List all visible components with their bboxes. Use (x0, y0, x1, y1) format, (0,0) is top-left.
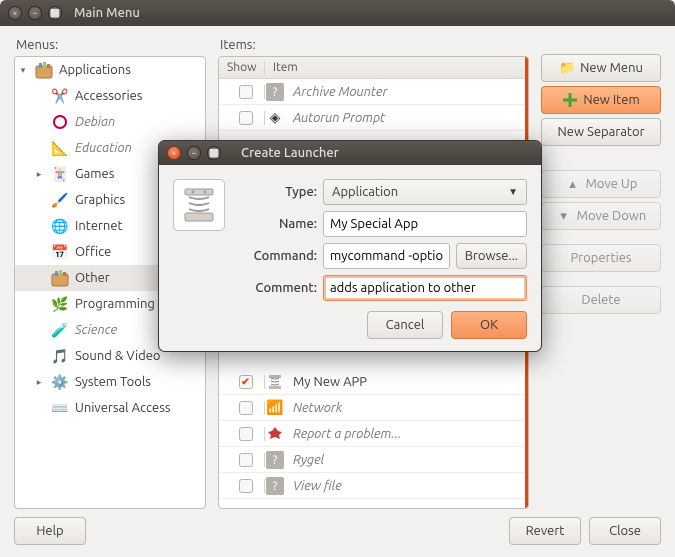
debian-icon (50, 112, 70, 132)
close-icon[interactable]: × (167, 146, 181, 160)
window-title: Main Menu (74, 6, 140, 20)
launcher-icon-button[interactable] (173, 179, 225, 231)
bug-icon (265, 424, 285, 444)
col-show[interactable]: Show (219, 61, 265, 74)
gear-icon: ⚙️ (50, 372, 70, 392)
brush-icon: 🖌️ (50, 190, 70, 210)
tree-root-label: Applications (59, 63, 131, 77)
command-label: Command: (237, 249, 317, 263)
new-item-button[interactable]: New Item (541, 86, 661, 114)
show-checkbox[interactable] (239, 85, 253, 99)
new-separator-button[interactable]: New Separator (541, 118, 661, 146)
list-item[interactable]: ?Rygel (219, 447, 525, 473)
command-input[interactable] (323, 243, 450, 269)
question-icon: ? (265, 450, 285, 470)
applications-icon (34, 60, 54, 80)
close-button[interactable]: Close (589, 517, 661, 545)
main-titlebar: × – ⬜ Main Menu (0, 0, 675, 26)
tree-root[interactable]: ▾ Applications (15, 57, 205, 83)
calendar-icon: 📅 (50, 242, 70, 262)
ok-button[interactable]: OK (451, 311, 527, 339)
delete-button[interactable]: Delete (541, 286, 661, 314)
show-checkbox[interactable] (239, 453, 253, 467)
revert-button[interactable]: Revert (509, 517, 581, 545)
list-item[interactable]: Report a problem... (219, 421, 525, 447)
minimize-icon[interactable]: – (187, 146, 201, 160)
comment-label: Comment: (237, 281, 317, 295)
list-item[interactable]: My New APP (219, 369, 525, 395)
chevron-up-icon: ▴ (565, 176, 581, 192)
cards-icon: 🃏 (50, 164, 70, 184)
move-down-button[interactable]: ▾Move Down (541, 202, 661, 230)
leaf-icon: 🌿 (50, 294, 70, 314)
music-icon: 🎵 (50, 346, 70, 366)
help-button[interactable]: Help (14, 517, 86, 545)
move-up-button[interactable]: ▴Move Up (541, 170, 661, 198)
accessibility-icon: ⌨️ (50, 398, 70, 418)
spring-icon (265, 372, 285, 392)
menus-label: Menus: (16, 38, 206, 52)
action-buttons: 📁New Menu New Item New Separator ▴Move U… (541, 36, 661, 509)
svg-text:?: ? (273, 86, 278, 99)
maximize-window-icon[interactable]: ⬜ (48, 6, 62, 20)
expander-icon[interactable]: ▸ (33, 169, 45, 180)
show-checkbox[interactable] (239, 111, 253, 125)
type-select[interactable]: Application ▼ (323, 179, 527, 205)
col-item[interactable]: Item (265, 61, 525, 74)
close-window-icon[interactable]: × (8, 6, 22, 20)
show-checkbox[interactable] (239, 479, 253, 493)
footer: Help Revert Close (14, 517, 661, 545)
folder-plus-icon: 📁 (559, 60, 575, 76)
show-checkbox[interactable] (239, 427, 253, 441)
question-icon: ? (265, 82, 285, 102)
maximize-icon[interactable]: ⬜ (207, 146, 221, 160)
type-label: Type: (237, 185, 317, 199)
properties-button[interactable]: Properties (541, 244, 661, 272)
list-item[interactable]: ◈Autorun Prompt (219, 105, 525, 131)
tree-item-universal[interactable]: ⌨️Universal Access (15, 395, 205, 421)
flask-icon: 🧪 (50, 320, 70, 340)
list-item[interactable]: ?Archive Mounter (219, 79, 525, 105)
cancel-button[interactable]: Cancel (367, 311, 443, 339)
comment-input[interactable] (323, 275, 527, 301)
show-checkbox[interactable] (239, 375, 253, 389)
chevron-down-icon: ▼ (508, 186, 518, 198)
new-menu-button[interactable]: 📁New Menu (541, 54, 661, 82)
wifi-icon: 📶 (265, 398, 285, 418)
scissors-icon: ✂️ (50, 86, 70, 106)
name-input[interactable] (323, 211, 527, 237)
window-controls: × – ⬜ (8, 6, 62, 20)
chevron-down-icon: ▾ (556, 208, 572, 224)
dialog-titlebar: × – ⬜ Create Launcher (159, 141, 541, 165)
ruler-icon: 📐 (50, 138, 70, 158)
svg-text:?: ? (273, 480, 278, 493)
create-launcher-dialog: × – ⬜ Create Launcher Type: Application … (158, 140, 542, 352)
list-item[interactable]: 📶Network (219, 395, 525, 421)
name-label: Name: (237, 217, 317, 231)
tree-item-system[interactable]: ▸⚙️System Tools (15, 369, 205, 395)
minimize-window-icon[interactable]: – (28, 6, 42, 20)
tools-icon (50, 268, 70, 288)
items-label: Items: (220, 38, 529, 52)
plus-icon (562, 92, 578, 108)
show-checkbox[interactable] (239, 401, 253, 415)
tree-item-accessories[interactable]: ✂️Accessories (15, 83, 205, 109)
question-icon: ? (265, 476, 285, 496)
items-header: Show Item (219, 57, 525, 79)
list-item[interactable]: ?View file (219, 473, 525, 499)
tree-item-debian[interactable]: Debian (15, 109, 205, 135)
dialog-title: Create Launcher (241, 146, 339, 160)
svg-text:?: ? (273, 454, 278, 467)
autorun-icon: ◈ (265, 108, 285, 128)
browse-button[interactable]: Browse... (456, 243, 527, 269)
globe-icon: 🌐 (50, 216, 70, 236)
expander-icon[interactable]: ▸ (33, 377, 45, 388)
expander-icon[interactable]: ▾ (17, 65, 29, 76)
